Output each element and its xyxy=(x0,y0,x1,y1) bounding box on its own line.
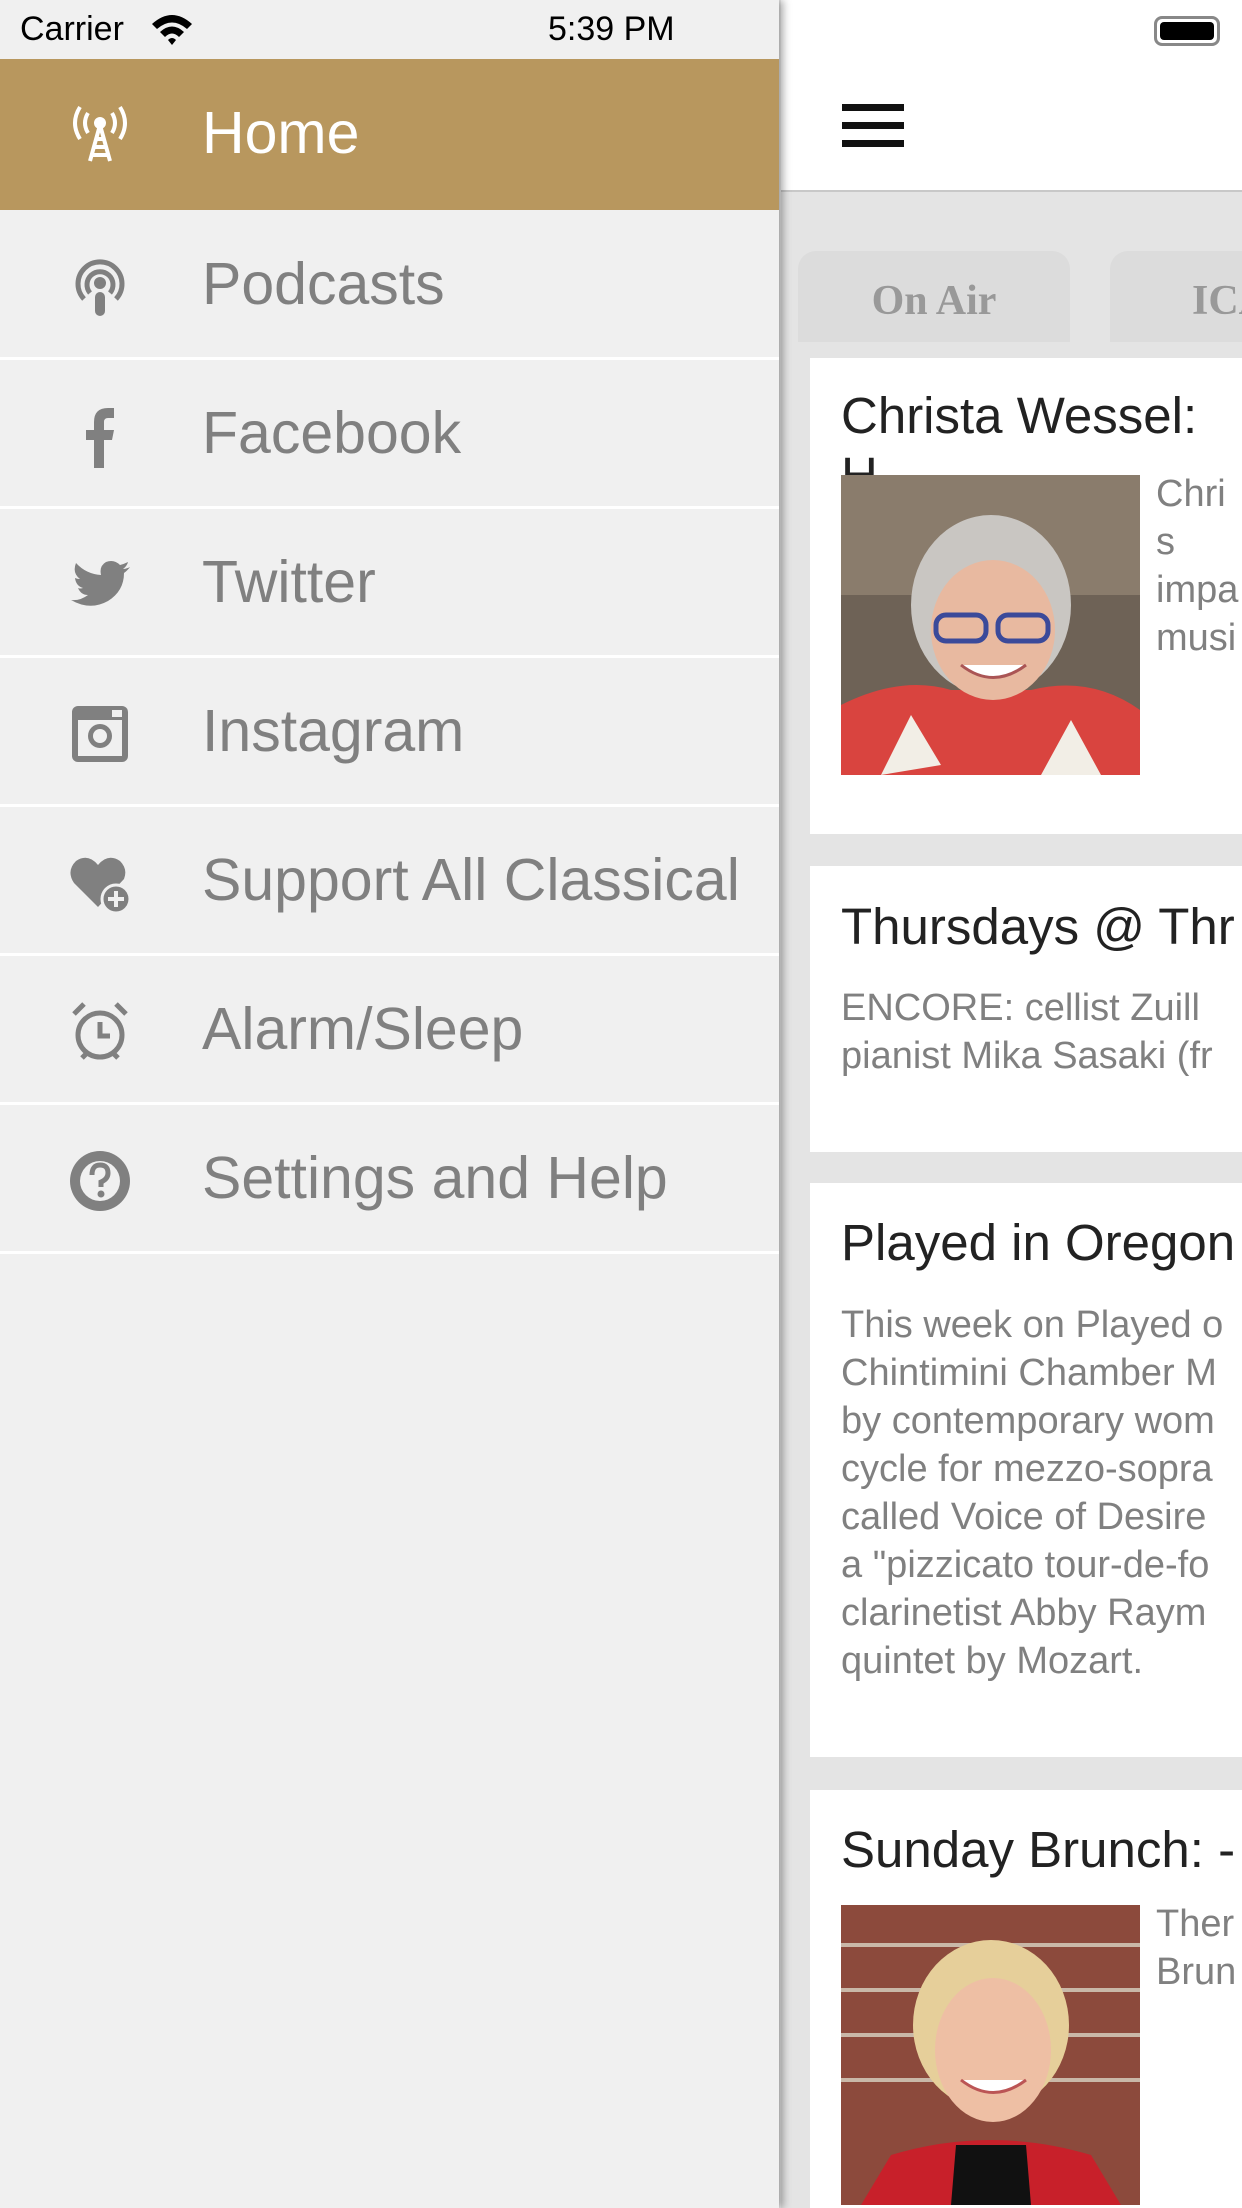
sidebar-item-settings-help[interactable]: Settings and Help xyxy=(0,1105,779,1254)
sidebar-item-twitter[interactable]: Twitter xyxy=(0,509,779,658)
sidebar-item-label: Twitter xyxy=(202,549,376,615)
alarm-clock-icon xyxy=(72,1002,128,1060)
instagram-icon xyxy=(72,706,128,762)
program-card[interactable]: Played in Oregon This week on Played o Ch… xyxy=(810,1183,1242,1757)
sidebar-item-label: Home xyxy=(202,100,360,166)
card-title: Thursdays @ Thr xyxy=(841,898,1235,955)
program-card[interactable]: Thursdays @ Thr ENCORE: cellist Zuill pia… xyxy=(810,866,1242,1152)
menu-icon[interactable] xyxy=(842,104,904,148)
status-bar: Carrier 5:39 PM xyxy=(0,0,779,59)
card-description: Ther Brun xyxy=(1156,1903,1237,1993)
radio-tower-icon xyxy=(73,105,127,162)
host-photo xyxy=(841,1905,1140,2205)
carrier-label: Carrier xyxy=(20,10,124,48)
tab-ica[interactable]: ICA xyxy=(1110,251,1242,342)
sidebar-item-alarm[interactable]: Alarm/Sleep xyxy=(0,956,779,1105)
main-content: On Air ICA Christa Wessel: H Chrisimpamu… xyxy=(781,0,1242,2208)
sidebar-item-support[interactable]: Support All Classical xyxy=(0,807,779,956)
sidebar-item-home[interactable]: Home xyxy=(0,59,779,210)
sidebar-item-facebook[interactable]: Facebook xyxy=(0,360,779,509)
host-photo xyxy=(841,475,1140,775)
app-header xyxy=(781,0,1242,192)
wifi-icon xyxy=(152,15,192,45)
help-circle-icon xyxy=(70,1151,130,1211)
card-description: Chris impa musi xyxy=(1156,473,1239,659)
tab-on-air[interactable]: On Air xyxy=(798,251,1070,342)
sidebar-item-instagram[interactable]: Instagram xyxy=(0,658,779,807)
sidebar-item-label: Facebook xyxy=(202,400,462,466)
heart-plus-icon xyxy=(70,857,132,915)
sidebar-item-label: Settings and Help xyxy=(202,1145,668,1211)
sidebar-item-label: Podcasts xyxy=(202,251,445,317)
card-title: Sunday Brunch: - xyxy=(841,1821,1236,1878)
program-card[interactable]: Christa Wessel: H Chrisimpamusi xyxy=(810,358,1242,834)
card-description: ENCORE: cellist Zuill pianist Mika Sasaki… xyxy=(841,987,1213,1077)
twitter-icon xyxy=(71,561,130,606)
clock: 5:39 PM xyxy=(548,10,675,48)
sidebar-item-label: Instagram xyxy=(202,698,465,764)
facebook-icon xyxy=(86,408,114,468)
battery-icon xyxy=(1154,16,1220,46)
card-title: Played in Oregon xyxy=(841,1214,1236,1271)
sidebar-item-label: Alarm/Sleep xyxy=(202,996,524,1062)
program-card[interactable]: Sunday Brunch: - Ther Brun xyxy=(810,1790,1242,2208)
card-description: This week on Played o Chintimini Chamber … xyxy=(841,1304,1224,1682)
navigation-drawer: Carrier 5:39 PM Home Podcasts Facebook T… xyxy=(0,0,779,2208)
podcast-icon xyxy=(75,259,125,316)
sidebar-item-label: Support All Classical xyxy=(202,847,740,913)
sidebar-item-podcasts[interactable]: Podcasts xyxy=(0,211,779,360)
